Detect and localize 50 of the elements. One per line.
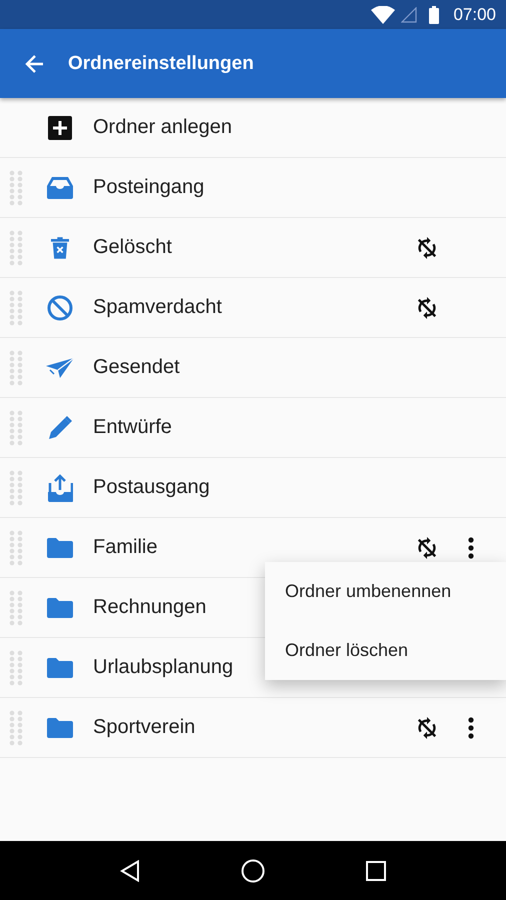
folder-row[interactable]: Posteingang [0, 158, 506, 218]
folder-row[interactable]: Entwürfe [0, 398, 506, 458]
signal-icon [401, 6, 418, 22]
folder-row[interactable]: Gesendet [0, 338, 506, 398]
folder-name: Sportverein [93, 716, 196, 739]
folder-icon [47, 658, 73, 678]
drag-handle-icon[interactable] [9, 350, 23, 386]
folder-name: Postausgang [93, 476, 210, 499]
folder-row[interactable]: Postausgang [0, 458, 506, 518]
folder-row[interactable]: Spamverdacht [0, 278, 506, 338]
outbox-tray-icon [47, 474, 73, 502]
folder-name: Entwürfe [93, 416, 172, 439]
folder-name: Ordner anlegen [93, 116, 232, 139]
folder-icon [47, 598, 73, 618]
back-triangle-icon[interactable] [120, 860, 140, 882]
folder-name: Urlaubsplanung [93, 656, 234, 679]
drag-handle-icon[interactable] [9, 470, 23, 506]
drag-handle-icon[interactable] [9, 530, 23, 566]
inbox-tray-icon [47, 176, 73, 198]
more-options-button[interactable] [466, 716, 476, 738]
folder-row[interactable]: Ordner anlegen [0, 98, 506, 158]
folder-name: Posteingang [93, 176, 204, 199]
drag-handle-icon[interactable] [9, 290, 23, 326]
drag-handle-icon[interactable] [9, 710, 23, 746]
more-options-button[interactable] [466, 536, 476, 558]
recents-square-icon[interactable] [366, 860, 386, 880]
folder-icon [47, 718, 73, 738]
drag-handle-icon[interactable] [9, 410, 23, 446]
folder-name: Rechnungen [93, 596, 206, 619]
drag-handle-icon[interactable] [9, 230, 23, 266]
folder-name: Spamverdacht [93, 296, 222, 319]
screen-title: Ordnereinstellungen [68, 52, 254, 74]
folder-icon [47, 538, 73, 558]
folder-row[interactable]: Gelöscht [0, 218, 506, 278]
pencil-icon [48, 416, 72, 440]
drag-handle-icon[interactable] [9, 170, 23, 206]
add-icon [48, 116, 72, 140]
folder-name: Gesendet [93, 356, 180, 379]
folder-name: Gelöscht [93, 236, 172, 259]
home-circle-icon[interactable] [240, 858, 265, 882]
block-icon [47, 294, 73, 320]
clock-time: 07:00 [453, 4, 496, 24]
folder-name: Familie [93, 536, 158, 559]
folder-row[interactable]: Sportverein [0, 698, 506, 758]
drag-handle-icon[interactable] [9, 590, 23, 626]
wifi-icon [371, 6, 396, 24]
paper-plane-icon [46, 358, 74, 378]
battery-icon [429, 6, 440, 24]
trash-icon [51, 236, 69, 258]
drag-handle-icon[interactable] [9, 650, 23, 686]
